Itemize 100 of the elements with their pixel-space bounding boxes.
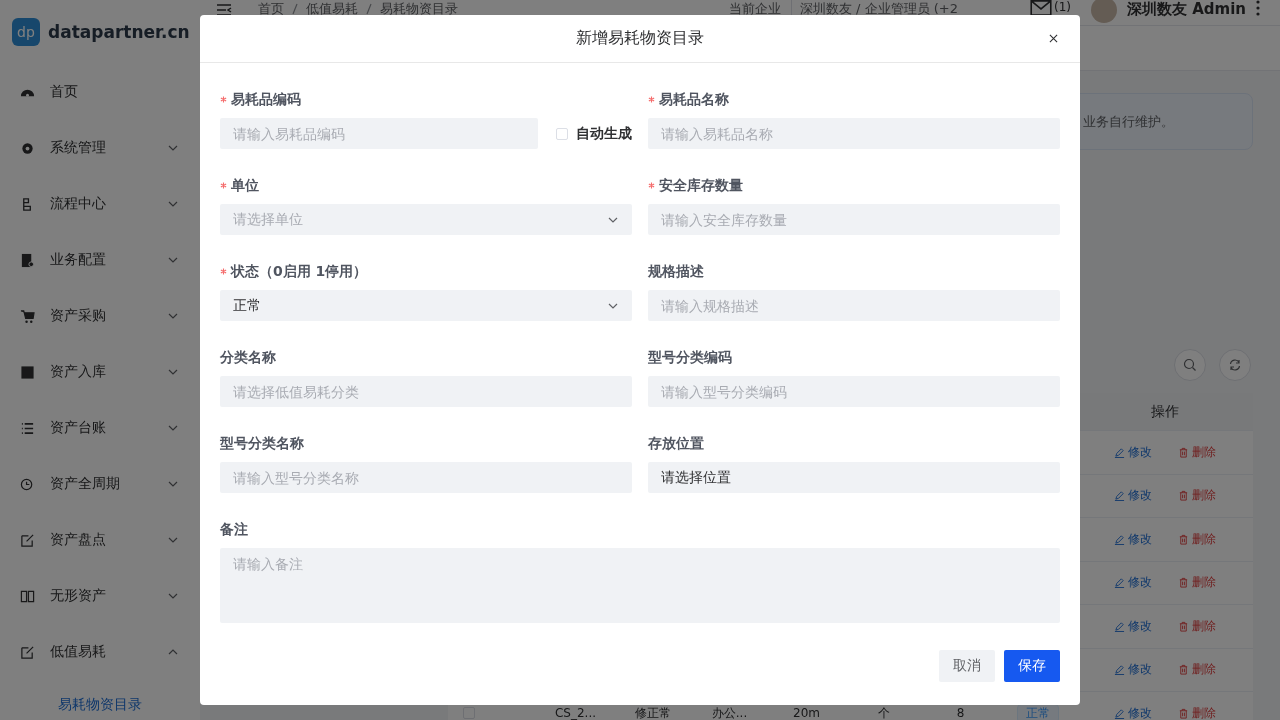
field-label: 分类名称 [220, 348, 276, 367]
input-field[interactable]: 请输入型号分类名称 [220, 462, 632, 493]
pencil-icon [1113, 577, 1125, 589]
required-icon [220, 95, 227, 103]
logo-mark: dp [12, 18, 40, 46]
user-name[interactable]: 深圳数友 Admin [1126, 0, 1246, 19]
breadcrumb-item[interactable]: 易耗物资目录 [380, 0, 458, 18]
search-button[interactable] [1174, 349, 1206, 381]
separator-icon [292, 3, 298, 15]
clock-icon [20, 476, 35, 492]
mail-icon[interactable] [1029, 0, 1052, 16]
select-field[interactable]: 请选择单位 [220, 204, 632, 235]
dialog-title: 新增易耗物资目录 [576, 28, 704, 49]
trash-icon [1177, 577, 1189, 589]
trash-icon [1177, 533, 1189, 545]
sidebar-item[interactable]: 资产台账 [0, 400, 200, 456]
chevron-icon [608, 302, 618, 309]
cancel-button[interactable]: 取消 [939, 650, 995, 682]
delete-link[interactable]: 删除 [1177, 489, 1216, 503]
checkbox-label[interactable]: 自动生成 [576, 124, 632, 143]
box-icon [20, 364, 35, 380]
delete-link[interactable]: 删除 [1177, 619, 1216, 633]
menu-icon[interactable] [216, 3, 232, 17]
chevron-icon [608, 216, 618, 223]
sidebar-item[interactable]: 流程中心 [0, 176, 200, 232]
pencil-icon [1113, 533, 1125, 545]
trash-icon [1177, 446, 1189, 458]
field-label: 状态（0启用 1停用） [231, 262, 368, 281]
close-icon[interactable] [1049, 34, 1058, 43]
input-field[interactable]: 请选择位置 [648, 462, 1060, 493]
edit-link[interactable]: 修改 [1113, 532, 1152, 546]
delete-link[interactable]: 删除 [1177, 663, 1216, 677]
sidebar-item[interactable]: 无形资产 [0, 568, 200, 624]
sidebar-item[interactable]: 系统管理 [0, 120, 200, 176]
pencil-icon [1113, 707, 1125, 719]
list-icon [20, 420, 35, 436]
delete-link[interactable]: 删除 [1177, 576, 1216, 590]
edit-link[interactable]: 修改 [1113, 663, 1152, 677]
avatar [1090, 0, 1117, 23]
breadcrumb-item[interactable]: 低值易耗 [306, 0, 358, 18]
table-cell-text: CS_2... [553, 706, 598, 720]
input-field[interactable]: 请输入规格描述 [648, 290, 1060, 321]
sidebar-item[interactable]: 业务配置 [0, 232, 200, 288]
input-field[interactable]: 请输入型号分类编码 [648, 376, 1060, 407]
company-label: 当前企业 [728, 0, 781, 18]
sidebar-item[interactable]: 低值易耗 [0, 624, 200, 680]
textarea-field[interactable]: 请输入备注 [220, 548, 1060, 623]
field-label: 型号分类名称 [220, 434, 304, 453]
table-cell-text: 修正常 [633, 706, 672, 720]
sidebar-item[interactable]: 资产盘点 [0, 512, 200, 568]
mail-count: (1) [1053, 0, 1071, 14]
edit-link[interactable]: 修改 [1113, 445, 1152, 459]
more-icon[interactable] [1256, 0, 1260, 16]
field-label: 存放位置 [648, 434, 704, 453]
table-cell-text: 8 [955, 706, 966, 720]
column-header: 操作 [1149, 405, 1180, 418]
input-field[interactable]: 请输入安全库存数量 [648, 204, 1060, 235]
breadcrumb-item[interactable]: 首页 [258, 0, 284, 18]
refresh-icon [1228, 358, 1242, 372]
logo-text: datapartner.cn [48, 22, 190, 42]
search-icon [1183, 358, 1197, 372]
save-button[interactable]: 保存 [1004, 650, 1060, 682]
sidebar-item[interactable]: 首页 [0, 64, 200, 120]
sidebar-item[interactable]: 资产采购 [0, 288, 200, 344]
edit-icon [20, 532, 35, 548]
edit-link[interactable]: 修改 [1113, 576, 1152, 590]
edit-link[interactable]: 修改 [1113, 619, 1152, 633]
trash-icon [1177, 664, 1189, 676]
field-label: 型号分类编码 [648, 348, 732, 367]
delete-link[interactable]: 删除 [1177, 445, 1216, 459]
gear-icon [20, 140, 35, 156]
delete-link[interactable]: 删除 [1177, 706, 1216, 720]
pencil-icon [1113, 446, 1125, 458]
edit-icon [20, 644, 35, 660]
edit-link[interactable]: 修改 [1113, 706, 1152, 720]
edit-link[interactable]: 修改 [1113, 489, 1152, 503]
book-icon [20, 588, 35, 604]
field-label: 单位 [231, 176, 259, 195]
input-field[interactable]: 请选择低值易耗分类 [220, 376, 632, 407]
separator-icon [366, 3, 372, 15]
sidebar-item[interactable]: 资产全周期 [0, 456, 200, 512]
field-label: 安全库存数量 [659, 176, 743, 195]
field-label: 备注 [220, 520, 248, 539]
input-field[interactable]: 请输入易耗品名称 [648, 118, 1060, 149]
table-cell-text: 办公... [710, 706, 749, 720]
required-icon [220, 181, 227, 189]
trash-icon [1177, 620, 1189, 632]
refresh-button[interactable] [1219, 349, 1251, 381]
trash-icon [1177, 490, 1189, 502]
sidebar-item[interactable]: 资产入库 [0, 344, 200, 400]
select-field[interactable]: 正常 [220, 290, 632, 321]
pencil-icon [1113, 664, 1125, 676]
checkbox[interactable] [556, 127, 568, 140]
field-label: 易耗品编码 [231, 90, 301, 109]
sidebar-subitem[interactable]: 易耗物资目录 [0, 680, 200, 720]
cart-icon [20, 308, 35, 324]
doc-icon [20, 252, 35, 268]
delete-link[interactable]: 删除 [1177, 532, 1216, 546]
pencil-icon [1113, 620, 1125, 632]
input-field[interactable]: 请输入易耗品编码 [220, 118, 538, 149]
